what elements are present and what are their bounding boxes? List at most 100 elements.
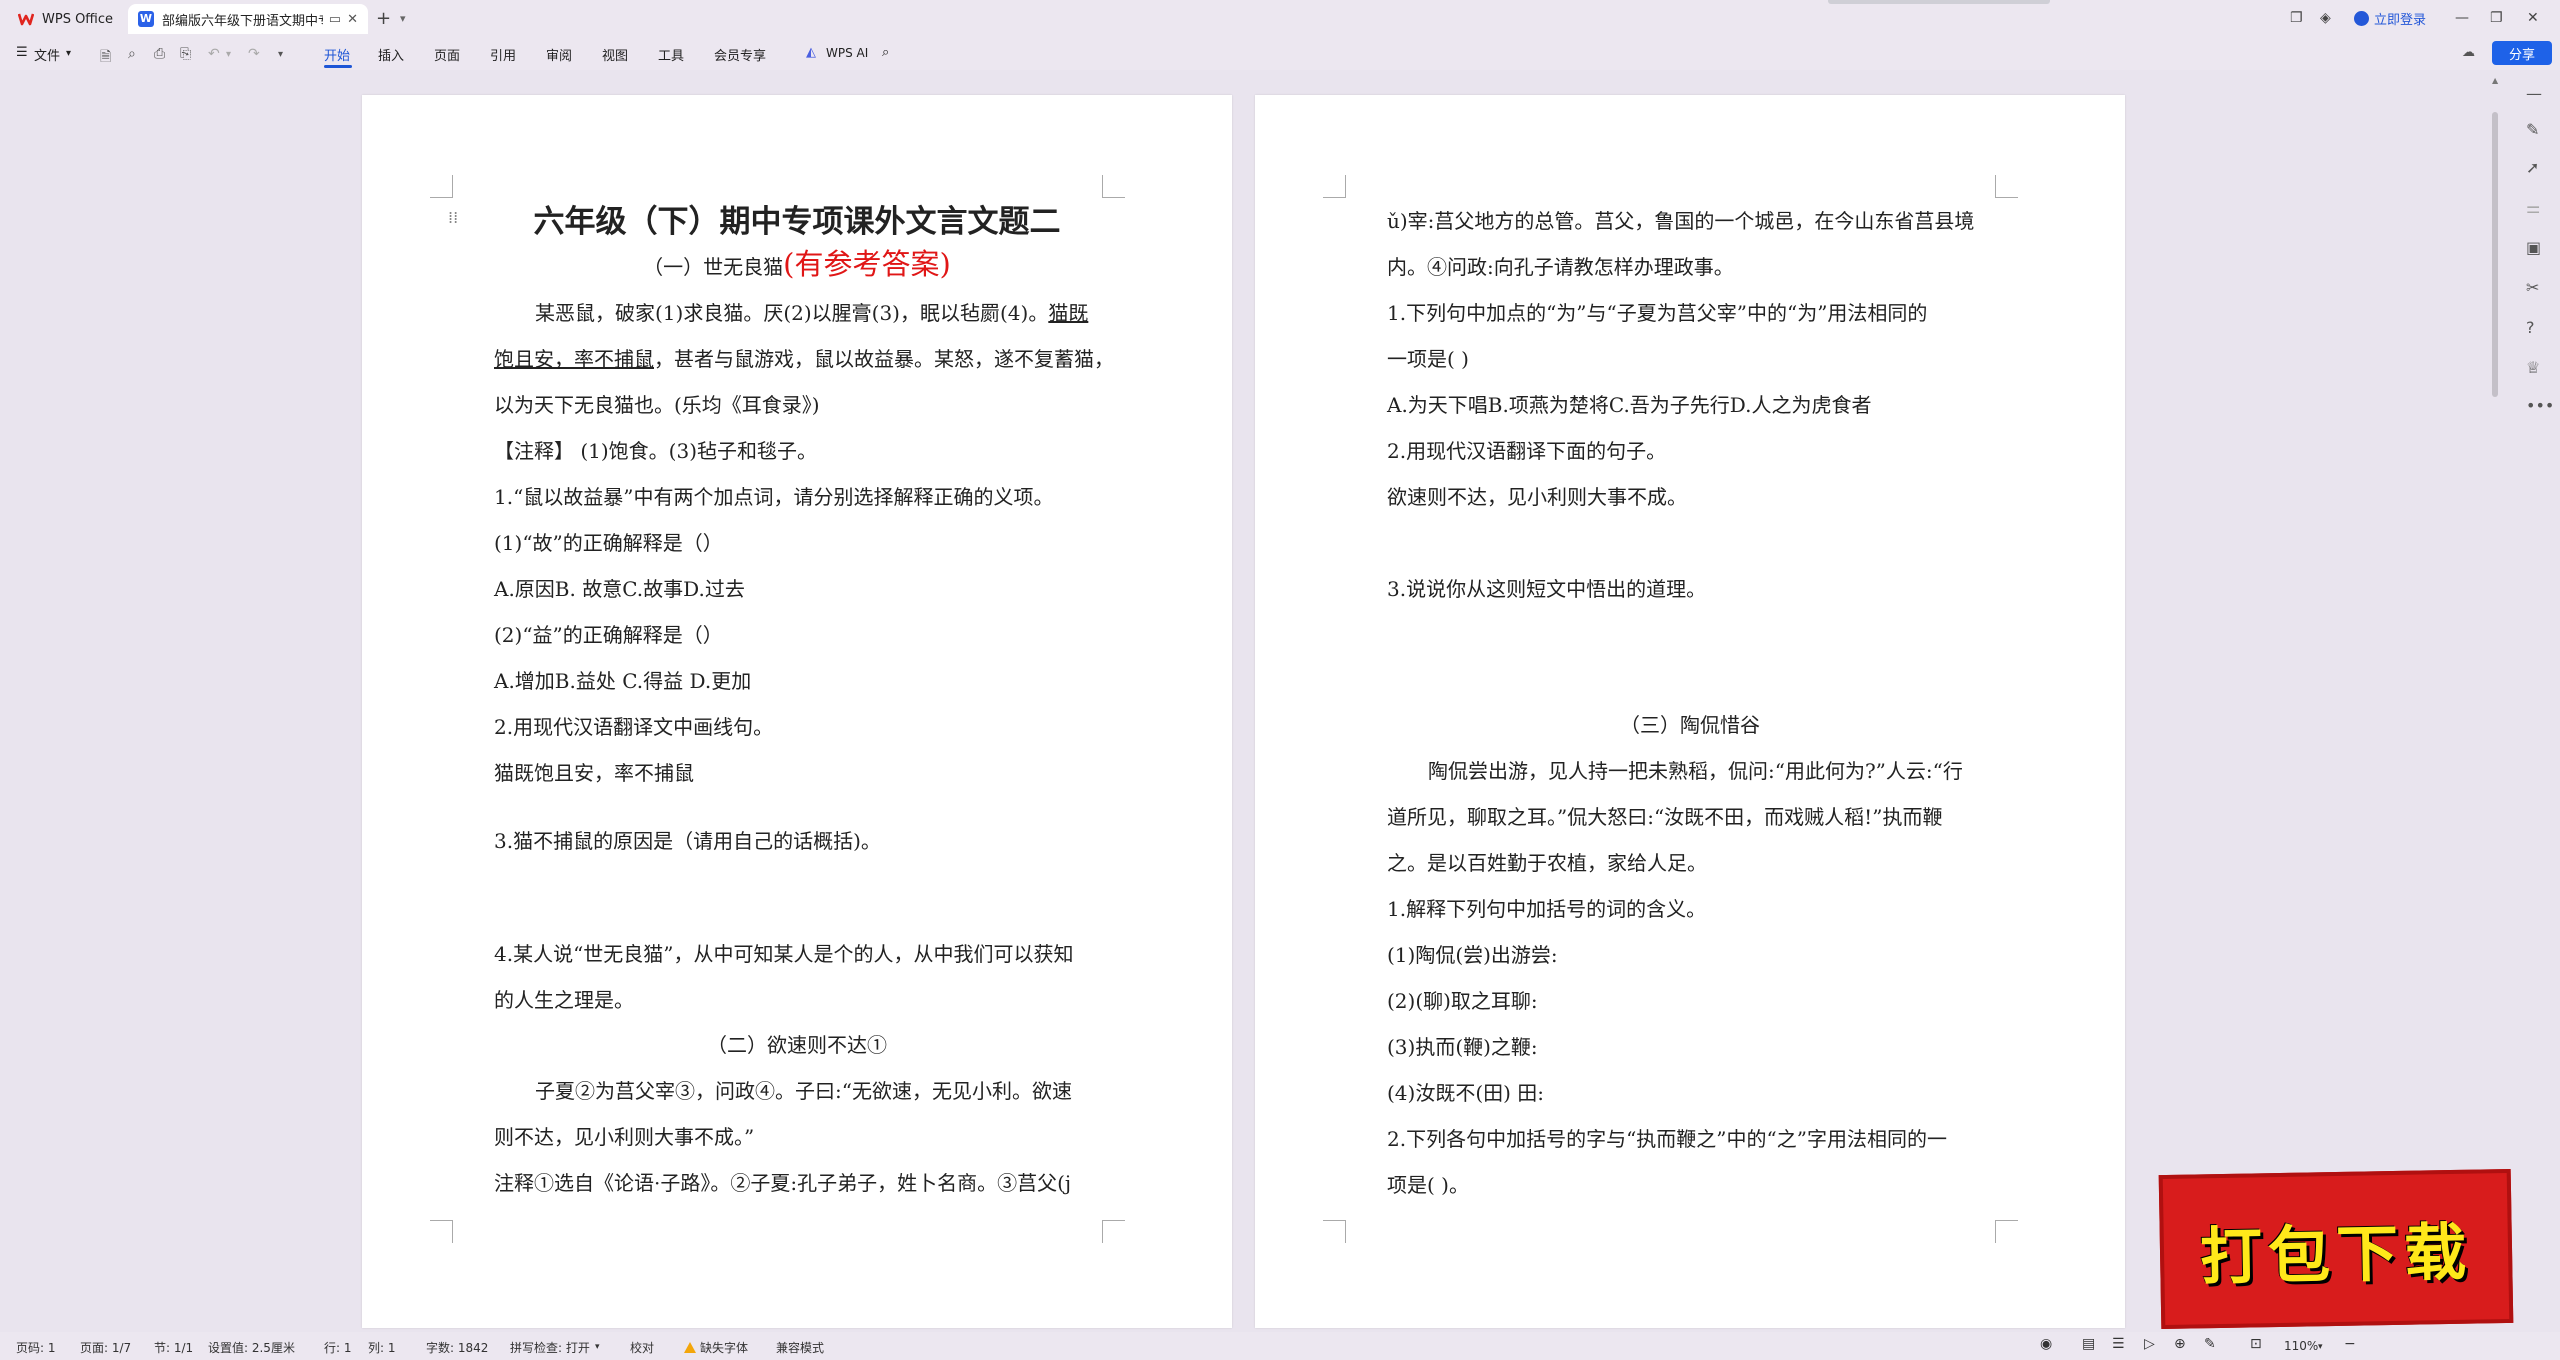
status-compat-mode[interactable]: 兼容模式 (776, 1339, 824, 1356)
status-col[interactable]: 列: 1 (368, 1339, 396, 1356)
zoom-chevron-icon[interactable]: ▾ (2318, 1342, 2323, 1352)
outline-view-icon[interactable]: ☰ (2112, 1336, 2125, 1352)
help-icon[interactable]: ? (2526, 318, 2535, 337)
tab-insert[interactable]: 插入 (378, 45, 404, 64)
find-icon[interactable]: ⌕ (128, 46, 136, 62)
minimize-icon[interactable]: — (2455, 10, 2469, 26)
question-2: 2.用现代汉语翻译下面的句子。 (1387, 439, 1667, 463)
new-tab-icon[interactable]: + (376, 8, 391, 29)
play-icon[interactable]: ▷ (2144, 1336, 2155, 1352)
status-missing-font[interactable]: 缺失字体 (684, 1339, 748, 1356)
margin-mark (430, 175, 453, 198)
note-2: 注释①选自《论语·子路》。②子夏:孔子弟子，姓卜名商。③莒父(j (494, 1171, 1072, 1195)
status-row[interactable]: 行: 1 (324, 1339, 352, 1356)
fit-icon[interactable]: ⊡ (2250, 1336, 2262, 1352)
zoom-out-icon[interactable]: − (2344, 1336, 2356, 1352)
pen-icon[interactable]: ✎ (2526, 120, 2539, 139)
collapse-panel-icon[interactable]: — (2526, 84, 2542, 103)
image-tool-icon[interactable]: ▣ (2526, 238, 2541, 257)
tab-start[interactable]: 开始 (324, 45, 350, 64)
passage-text: 某恶鼠，破家(1)求良猫。厌(2)以腥膏(3)，眠以毡罽(4)。 (535, 301, 1049, 325)
shirt-icon[interactable]: ♕ (2526, 358, 2540, 377)
note-2-continued: 内。④问政:向孔子请教怎样办理政事。 (1387, 255, 1734, 279)
redo-icon[interactable]: ↷ (248, 46, 260, 62)
close-tab-icon[interactable]: ✕ (347, 12, 358, 27)
tab-page[interactable]: 页面 (434, 45, 460, 64)
search-icon[interactable]: ⌕ (882, 45, 889, 60)
tab-review[interactable]: 审阅 (546, 45, 572, 64)
undo-chevron-icon[interactable]: ▾ (226, 49, 231, 60)
menu-icon[interactable]: ☰ (16, 45, 28, 60)
section-1-heading: （一）世无良猫(有参考答案) (362, 250, 1232, 280)
wps-ai-icon[interactable]: ◭ (806, 45, 816, 60)
file-menu[interactable]: 文件 (34, 45, 60, 64)
margin-mark (1323, 1220, 1346, 1243)
section-2-heading: （二）欲速则不达① (707, 1033, 887, 1057)
scroll-up-icon[interactable]: ▲ (2492, 76, 2498, 85)
print-icon[interactable]: ⎙ (154, 46, 165, 62)
zoom-level[interactable]: 110% (2284, 1339, 2318, 1353)
select-cursor-icon[interactable]: ➚ (2526, 158, 2539, 177)
question-1-2-options: A.增加B.益处 C.得益 D.更加 (494, 669, 752, 693)
share-label: 分享 (2508, 47, 2535, 63)
chevron-down-icon[interactable]: ▾ (400, 12, 406, 25)
status-page-number[interactable]: 页码: 1 (16, 1339, 56, 1356)
top-search-strip[interactable] (1828, 0, 2050, 4)
status-proofread[interactable]: 校对 (630, 1339, 654, 1356)
passage-2-line: 子夏②为莒父宰③，问政④。子曰:“无欲速，无见小利。欲速 (535, 1079, 1072, 1103)
tab-references[interactable]: 引用 (490, 45, 516, 64)
login-label: 立即登录 (2374, 13, 2427, 28)
web-view-icon[interactable]: ⊕ (2174, 1336, 2186, 1352)
download-banner[interactable]: 打包下载 (2158, 1168, 2514, 1330)
save-icon[interactable]: 🗎 (100, 46, 111, 70)
question-3: 3.说说你从这则短文中悟出的道理。 (1387, 577, 1707, 601)
question-line: 1.下列句中加点的“为”与“子夏为莒父宰”中的“为”用法相同的 (1387, 301, 1928, 325)
login-button[interactable]: 立即登录 (2354, 9, 2426, 28)
edit-view-icon[interactable]: ✎ (2204, 1336, 2216, 1352)
status-pages[interactable]: 页面: 1/7 (80, 1339, 131, 1356)
share-button[interactable]: 分享 (2492, 41, 2552, 65)
note-2-continued: ǔ)宰:莒父地方的总管。莒父，鲁国的一个城邑，在今山东省莒县境 (1387, 209, 1975, 233)
margin-mark (1323, 175, 1346, 198)
print-preview-icon[interactable]: ⎘ (180, 46, 191, 62)
question-options: A.为天下唱B.项燕为楚将C.吾为子先行D.人之为虎食者 (1387, 393, 1872, 417)
spell-chevron-icon[interactable]: ▾ (595, 1342, 600, 1352)
more-icon[interactable]: ••• (2526, 396, 2554, 415)
adjust-icon[interactable]: ⚌ (2526, 198, 2540, 217)
tab-wps-home[interactable]: WPS Office (8, 4, 128, 34)
passage-1-line: 以为天下无良猫也。(乐均《耳食录》) (494, 393, 820, 417)
title-bar: WPS Office W 部编版六年级下册语文期中专 ▭ ✕ + ▾ ❐ ◈ 立… (0, 0, 2560, 38)
close-window-icon[interactable]: ✕ (2527, 10, 2539, 26)
status-spell-check[interactable]: 拼写检查: 打开 (510, 1339, 590, 1356)
question-3-1-item: (1)陶侃(尝)出游尝: (1387, 943, 1558, 967)
margin-mark (430, 1220, 453, 1243)
document-page-2[interactable]: ǔ)宰:莒父地方的总管。莒父，鲁国的一个城邑，在今山东省莒县境 内。④问政:向孔… (1255, 95, 2125, 1328)
cloud-sync-icon[interactable]: ☁ (2462, 45, 2475, 60)
page-view-icon[interactable]: ▤ (2082, 1336, 2095, 1352)
wps-logo-icon (18, 13, 34, 26)
quick-access-more-icon[interactable]: ▾ (278, 49, 283, 60)
underlined-text: 饱且安，率不捕鼠 (494, 347, 654, 371)
maximize-icon[interactable]: ❐ (2490, 10, 2503, 26)
tab-document[interactable]: W 部编版六年级下册语文期中专 ▭ ✕ (128, 4, 368, 34)
tab-member[interactable]: 会员专享 (714, 45, 766, 64)
tab-tools[interactable]: 工具 (658, 45, 684, 64)
monitor-icon[interactable]: ▭ (329, 12, 341, 27)
cube-icon[interactable]: ◈ (2320, 10, 2331, 26)
eye-icon[interactable]: ◉ (2040, 1336, 2052, 1352)
file-chevron-icon[interactable]: ▾ (66, 48, 71, 59)
page-title: 六年级（下）期中专项课外文言文题二 (533, 204, 1061, 240)
status-setting[interactable]: 设置值: 2.5厘米 (208, 1339, 295, 1356)
tab-view[interactable]: 视图 (602, 45, 628, 64)
question-3-1: 1.解释下列句中加括号的词的含义。 (1387, 897, 1707, 921)
document-page-1[interactable]: ⁞⁞ 六年级（下）期中专项课外文言文题二 （一）世无良猫(有参考答案) 某恶鼠，… (362, 95, 1232, 1328)
undo-icon[interactable]: ↶ (208, 46, 220, 62)
status-section[interactable]: 节: 1/1 (154, 1339, 193, 1356)
tools-icon[interactable]: ✂ (2526, 278, 2539, 297)
scrollbar-thumb[interactable] (2492, 112, 2498, 397)
warning-icon (684, 1342, 696, 1353)
status-word-count[interactable]: 字数: 1842 (426, 1339, 488, 1356)
wps-ai-button[interactable]: WPS AI (826, 46, 868, 60)
section-1-title: （一）世无良猫 (643, 255, 784, 279)
restore-view-icon[interactable]: ❐ (2290, 10, 2303, 26)
